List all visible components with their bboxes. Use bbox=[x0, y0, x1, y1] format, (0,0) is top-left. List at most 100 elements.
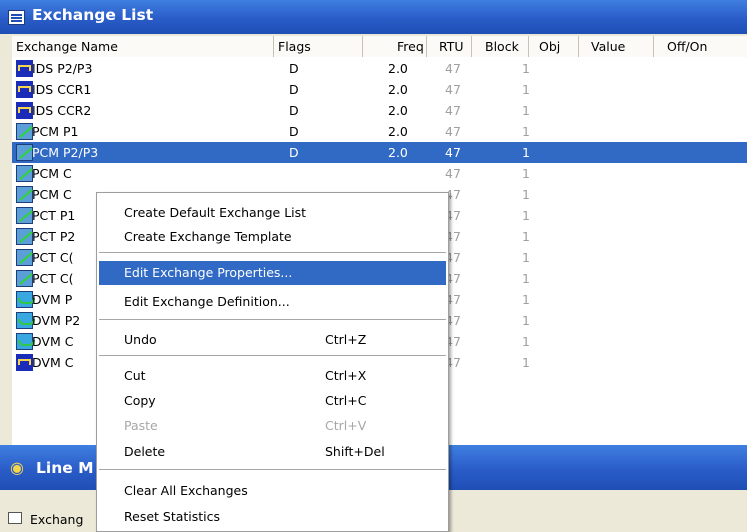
pcm-icon bbox=[16, 249, 33, 266]
flags-cell: D bbox=[289, 61, 299, 76]
table-row[interactable]: PCM P1 D 2.0 47 1 bbox=[12, 121, 747, 142]
menu-item-label: Copy bbox=[124, 393, 156, 408]
flags-cell: D bbox=[289, 103, 299, 118]
menu-item-create-default-exchange-list[interactable]: Create Default Exchange List bbox=[99, 201, 446, 225]
block-cell: 1 bbox=[522, 250, 530, 265]
table-row[interactable]: IDS P2/P3 D 2.0 47 1 bbox=[12, 58, 747, 79]
table-row[interactable]: IDS CCR2 D 2.0 47 1 bbox=[12, 100, 747, 121]
menu-separator bbox=[99, 319, 446, 320]
col-rtu[interactable]: RTU bbox=[427, 36, 472, 57]
table-row[interactable]: IDS CCR1 D 2.0 47 1 bbox=[12, 79, 747, 100]
menu-item-label: Cut bbox=[124, 368, 146, 383]
block-cell: 1 bbox=[522, 82, 530, 97]
block-cell: 1 bbox=[522, 271, 530, 286]
pcm-icon bbox=[16, 228, 33, 245]
freq-cell: 2.0 bbox=[388, 61, 408, 76]
freq-cell: 2.0 bbox=[388, 124, 408, 139]
menu-item-label: Delete bbox=[124, 444, 166, 459]
list-icon bbox=[8, 10, 25, 25]
block-cell: 1 bbox=[522, 166, 530, 181]
rtu-cell: 47 bbox=[445, 187, 461, 202]
menu-item-create-exchange-template[interactable]: Create Exchange Template bbox=[99, 225, 446, 249]
exchange-name-cell: PCM P2/P3 bbox=[32, 145, 99, 160]
window-title: Exchange List bbox=[32, 6, 154, 24]
col-flags[interactable]: Flags bbox=[274, 36, 363, 57]
rtu-cell: 47 bbox=[445, 334, 461, 349]
rtu-cell: 47 bbox=[445, 208, 461, 223]
col-freq[interactable]: Freq bbox=[363, 36, 427, 57]
rtu-cell: 47 bbox=[445, 313, 461, 328]
menu-item-reset-statistics[interactable]: Reset Statistics bbox=[99, 505, 446, 529]
menu-item-label: Edit Exchange Properties... bbox=[124, 265, 293, 280]
rtu-cell: 47 bbox=[445, 61, 461, 76]
menu-separator bbox=[99, 469, 446, 470]
flags-cell: D bbox=[289, 124, 299, 139]
freq-cell: 2.0 bbox=[388, 82, 408, 97]
col-obj[interactable]: Obj bbox=[529, 36, 579, 57]
exchange-name-cell: PCM C bbox=[32, 166, 72, 181]
block-cell: 1 bbox=[522, 208, 530, 223]
pcm-icon bbox=[16, 207, 33, 224]
menu-item-cut[interactable]: Cut Ctrl+X bbox=[99, 364, 446, 388]
dvm-icon bbox=[16, 312, 35, 329]
block-cell: 1 bbox=[522, 334, 530, 349]
block-cell: 1 bbox=[522, 145, 530, 160]
rtu-cell: 47 bbox=[445, 103, 461, 118]
menu-item-edit-exchange-properties[interactable]: Edit Exchange Properties... bbox=[99, 261, 446, 285]
menu-item-label: Edit Exchange Definition... bbox=[124, 294, 290, 309]
ids-icon bbox=[16, 354, 33, 371]
col-value[interactable]: Value bbox=[579, 36, 654, 57]
menu-item-copy[interactable]: Copy Ctrl+C bbox=[99, 389, 446, 413]
freq-cell: 2.0 bbox=[388, 145, 408, 160]
block-cell: 1 bbox=[522, 292, 530, 307]
menu-item-shortcut: Shift+Del bbox=[325, 444, 385, 459]
table-row[interactable]: PCM C 47 1 bbox=[12, 163, 747, 184]
exchange-name-cell: IDS CCR2 bbox=[32, 103, 92, 118]
rtu-cell: 47 bbox=[445, 355, 461, 370]
rtu-cell: 47 bbox=[445, 82, 461, 97]
flags-cell: D bbox=[289, 145, 299, 160]
rtu-cell: 47 bbox=[445, 292, 461, 307]
ids-icon bbox=[16, 81, 33, 98]
menu-item-label: Paste bbox=[124, 418, 158, 433]
list-icon bbox=[8, 512, 22, 524]
block-cell: 1 bbox=[522, 187, 530, 202]
menu-separator bbox=[99, 252, 446, 253]
menu-item-shortcut: Ctrl+V bbox=[325, 418, 367, 433]
table-row[interactable]: PCM P2/P3 D 2.0 47 1 bbox=[12, 142, 747, 163]
rtu-cell: 47 bbox=[445, 124, 461, 139]
ids-icon bbox=[16, 102, 33, 119]
rtu-cell: 47 bbox=[445, 166, 461, 181]
menu-item-label: Create Default Exchange List bbox=[124, 205, 307, 220]
menu-item-label: Clear All Exchanges bbox=[124, 483, 248, 498]
menu-item-shortcut: Ctrl+X bbox=[325, 368, 367, 383]
freq-cell bbox=[388, 163, 428, 184]
block-cell: 1 bbox=[522, 124, 530, 139]
pcm-icon bbox=[16, 144, 33, 161]
binoculars-icon: ◉ bbox=[10, 458, 24, 477]
menu-item-paste[interactable]: Paste Ctrl+V bbox=[99, 414, 446, 438]
menu-item-label: Reset Statistics bbox=[124, 509, 221, 524]
menu-item-delete[interactable]: Delete Shift+Del bbox=[99, 440, 446, 464]
menu-item-clear-all-exchanges[interactable]: Clear All Exchanges bbox=[99, 479, 446, 503]
pcm-icon bbox=[16, 270, 33, 287]
context-menu: Create Default Exchange List Create Excha… bbox=[96, 192, 449, 532]
col-exchange-name[interactable]: Exchange Name bbox=[12, 36, 274, 57]
col-block[interactable]: Block bbox=[472, 36, 529, 57]
bottom-panel-label: Exchang bbox=[30, 512, 84, 527]
column-header-row: Exchange Name Flags Freq RTU Block Obj V… bbox=[12, 36, 747, 58]
exchange-name-cell: PCM P1 bbox=[32, 124, 79, 139]
block-cell: 1 bbox=[522, 313, 530, 328]
dvm-icon bbox=[16, 291, 35, 308]
freq-cell: 2.0 bbox=[388, 103, 408, 118]
col-off-on[interactable]: Off/On bbox=[654, 36, 747, 57]
menu-item-edit-exchange-definition[interactable]: Edit Exchange Definition... bbox=[99, 290, 446, 314]
rtu-cell: 47 bbox=[445, 250, 461, 265]
block-cell: 1 bbox=[522, 103, 530, 118]
flags-cell bbox=[289, 163, 329, 184]
flags-cell: D bbox=[289, 82, 299, 97]
dvm-icon bbox=[16, 333, 35, 350]
exchange-name-cell: IDS P2/P3 bbox=[32, 61, 93, 76]
menu-item-undo[interactable]: Undo Ctrl+Z bbox=[99, 328, 446, 352]
line-panel-title: Line M bbox=[36, 459, 94, 477]
